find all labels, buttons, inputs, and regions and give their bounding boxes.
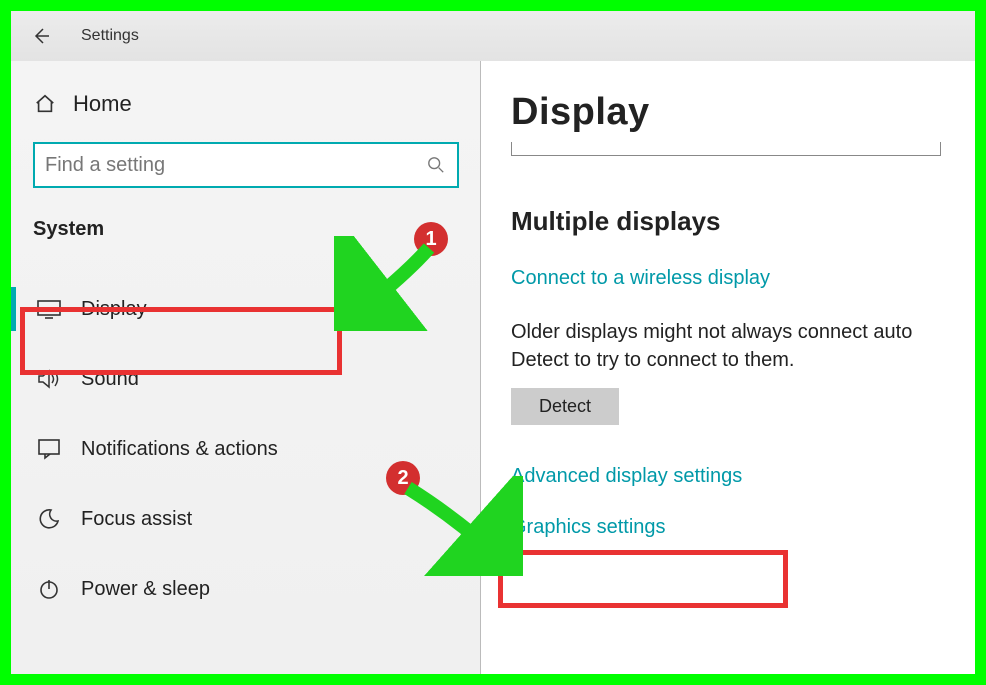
sound-icon bbox=[37, 367, 61, 391]
category-label: System bbox=[33, 218, 459, 241]
section-title: Multiple displays bbox=[511, 206, 975, 237]
advanced-display-link[interactable]: Advanced display settings bbox=[511, 465, 975, 488]
page-title: Display bbox=[511, 91, 975, 134]
arrow-left-icon bbox=[31, 26, 51, 46]
graphics-settings-link[interactable]: Graphics settings bbox=[511, 516, 975, 539]
detect-button[interactable]: Detect bbox=[511, 388, 619, 425]
focus-assist-icon bbox=[37, 507, 61, 531]
nav-item-label: Power & sleep bbox=[81, 578, 210, 601]
separator bbox=[511, 142, 941, 156]
power-icon bbox=[37, 577, 61, 601]
back-button[interactable] bbox=[21, 16, 61, 56]
nav-item-label: Focus assist bbox=[81, 508, 192, 531]
window-title: Settings bbox=[81, 27, 139, 45]
sidebar: Home System Display Sound bbox=[11, 61, 481, 674]
content-pane: Display Multiple displays Connect to a w… bbox=[480, 61, 975, 674]
search-box[interactable] bbox=[33, 142, 459, 188]
wireless-display-link[interactable]: Connect to a wireless display bbox=[511, 267, 975, 290]
description-text: Older displays might not always connect … bbox=[511, 318, 975, 374]
nav-item-power-sleep[interactable]: Power & sleep bbox=[33, 561, 459, 617]
display-icon bbox=[37, 297, 61, 321]
nav-item-focus-assist[interactable]: Focus assist bbox=[33, 491, 459, 547]
home-label: Home bbox=[73, 91, 132, 117]
notifications-icon bbox=[37, 437, 61, 461]
home-icon bbox=[33, 92, 57, 116]
nav-item-notifications[interactable]: Notifications & actions bbox=[33, 421, 459, 477]
nav-item-label: Display bbox=[81, 298, 147, 321]
nav-item-sound[interactable]: Sound bbox=[33, 351, 459, 407]
search-icon bbox=[427, 156, 445, 174]
home-button[interactable]: Home bbox=[33, 91, 459, 117]
titlebar: Settings bbox=[11, 11, 975, 61]
nav-item-display[interactable]: Display bbox=[33, 281, 459, 337]
nav-item-label: Sound bbox=[81, 368, 139, 391]
nav-item-label: Notifications & actions bbox=[81, 438, 278, 461]
search-input[interactable] bbox=[45, 154, 447, 177]
